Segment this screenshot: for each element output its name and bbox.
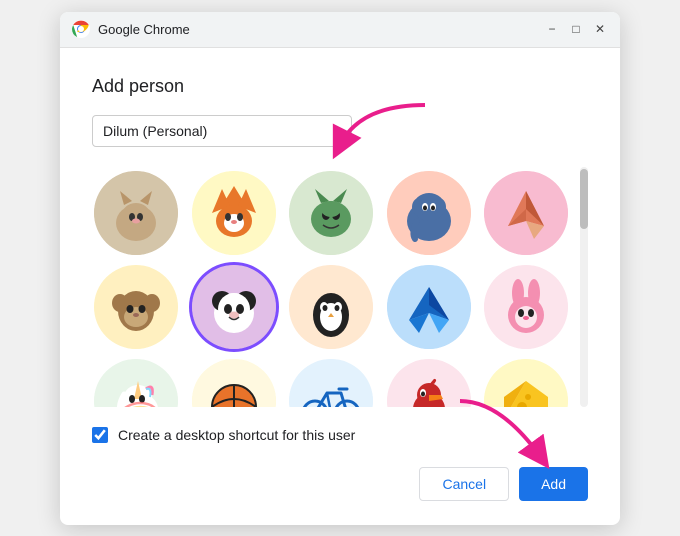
avatars-grid-wrapper bbox=[92, 167, 574, 407]
avatar-fox[interactable] bbox=[192, 171, 276, 255]
scrollbar-thumb[interactable] bbox=[580, 169, 588, 229]
close-button[interactable]: ✕ bbox=[592, 21, 608, 37]
dialog-content: Add person bbox=[60, 48, 620, 525]
avatar-unicorn[interactable] bbox=[94, 359, 178, 407]
avatar-cheese[interactable] bbox=[484, 359, 568, 407]
avatar-bicycle[interactable] bbox=[289, 359, 373, 407]
add-button[interactable]: Add bbox=[519, 467, 588, 501]
avatar-penguin[interactable] bbox=[289, 265, 373, 349]
avatar-cat[interactable] bbox=[94, 171, 178, 255]
checkbox-row: Create a desktop shortcut for this user bbox=[92, 427, 588, 443]
window-title: Google Chrome bbox=[98, 22, 544, 37]
avatar-red-bird[interactable] bbox=[387, 359, 471, 407]
scrollbar[interactable] bbox=[580, 167, 588, 407]
checkbox-label[interactable]: Create a desktop shortcut for this user bbox=[118, 427, 355, 443]
avatar-panda[interactable] bbox=[192, 265, 276, 349]
cancel-button[interactable]: Cancel bbox=[419, 467, 509, 501]
avatar-elephant[interactable] bbox=[387, 171, 471, 255]
avatar-origami-peach[interactable] bbox=[484, 171, 568, 255]
chrome-window: Google Chrome − □ ✕ Add person bbox=[60, 12, 620, 525]
desktop-shortcut-checkbox[interactable] bbox=[92, 427, 108, 443]
name-input[interactable] bbox=[92, 115, 352, 147]
avatar-basketball[interactable] bbox=[192, 359, 276, 407]
dialog-footer: Cancel Add bbox=[92, 463, 588, 501]
dialog-heading: Add person bbox=[92, 76, 588, 97]
chrome-logo bbox=[72, 20, 90, 38]
avatar-monkey[interactable] bbox=[94, 265, 178, 349]
minimize-button[interactable]: − bbox=[544, 21, 560, 37]
avatar-dragon[interactable] bbox=[289, 171, 373, 255]
window-controls: − □ ✕ bbox=[544, 21, 608, 37]
avatars-grid bbox=[92, 167, 574, 407]
avatar-rabbit[interactable] bbox=[484, 265, 568, 349]
maximize-button[interactable]: □ bbox=[568, 21, 584, 37]
avatar-crane[interactable] bbox=[387, 265, 471, 349]
avatars-section bbox=[92, 167, 588, 407]
titlebar: Google Chrome − □ ✕ bbox=[60, 12, 620, 48]
